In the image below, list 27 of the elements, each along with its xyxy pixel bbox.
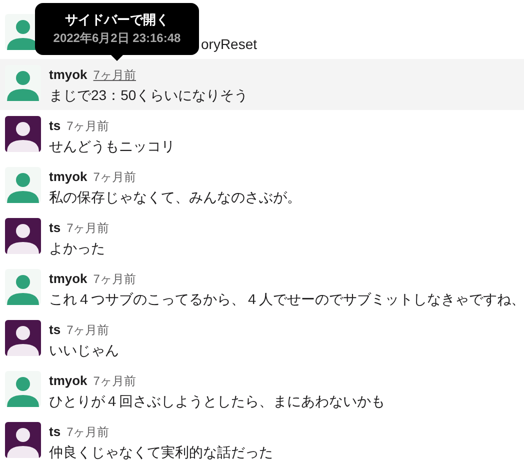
message-text: まじで23：50くらいになりそう (49, 86, 248, 105)
message-text: ひとりが４回さぶしようとしたら、まにあわないかも (49, 392, 385, 411)
message-timestamp[interactable]: 7ヶ月前 (93, 270, 136, 288)
user-name[interactable]: tmyok (49, 269, 88, 288)
user-name[interactable]: ts (49, 218, 61, 238)
message-timestamp[interactable]: 7ヶ月前 (93, 66, 136, 84)
message-text: 仲良くじゃなくて実利的な話だった (49, 443, 273, 462)
user-name[interactable]: ts (49, 320, 61, 340)
message-text: oryReset (201, 35, 258, 54)
message-text: これ４つサブのこってるから、４人でせーのでサブミットしなきゃですね、 (49, 290, 524, 309)
message-timestamp[interactable]: 7ヶ月前 (66, 117, 110, 135)
user-name[interactable]: tmyok (49, 65, 88, 84)
message-timestamp[interactable]: 7ヶ月前 (66, 219, 110, 237)
tooltip-title: サイドバーで開く (65, 11, 169, 29)
user-name[interactable]: ts (49, 116, 61, 136)
message-timestamp[interactable]: 7ヶ月前 (93, 372, 136, 390)
message-timestamp[interactable]: 7ヶ月前 (66, 321, 110, 339)
message-text: せんどうもニッコリ (49, 137, 175, 156)
user-name[interactable]: tmyok (49, 371, 88, 390)
tooltip-timestamp: 2022年6月2日 23:16:48 (53, 30, 181, 47)
message-text: 私の保存じゃなくて、みんなのさぶが。 (49, 188, 301, 207)
user-name[interactable]: tmyok (49, 167, 88, 186)
message-timestamp[interactable]: 7ヶ月前 (93, 168, 136, 186)
user-name[interactable]: ts (49, 422, 61, 442)
message-text: よかった (49, 239, 106, 258)
message-timestamp[interactable]: 7ヶ月前 (66, 423, 110, 441)
message-text: いいじゃん (49, 341, 119, 360)
